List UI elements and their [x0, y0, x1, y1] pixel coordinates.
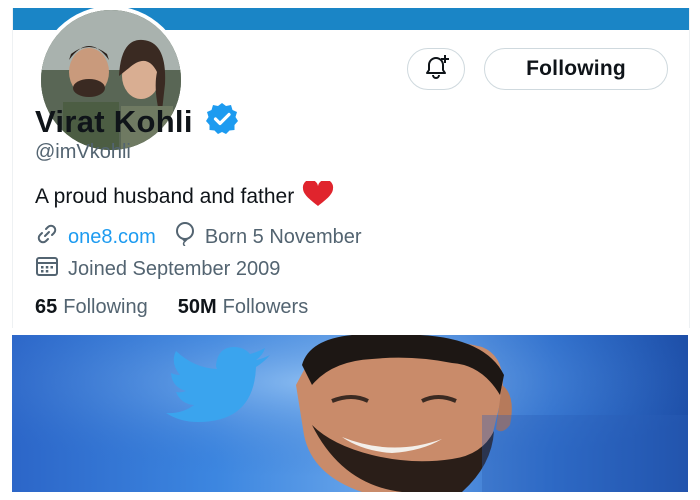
display-name: Virat Kohli — [35, 103, 193, 139]
followers-count: 50M — [177, 296, 217, 318]
link-icon — [35, 222, 59, 252]
following-count: 65 — [35, 296, 58, 318]
profile-joined-row: Joined September 2009 — [35, 255, 298, 283]
balloon-icon — [174, 222, 196, 252]
verified-badge-icon — [205, 102, 239, 141]
profile-bio: A proud husband and father — [35, 179, 334, 213]
website-link[interactable]: one8.com — [68, 226, 156, 249]
red-heart-icon — [302, 179, 334, 213]
following-count-link[interactable]: 65 Following — [35, 296, 148, 319]
follow-counts: 65 Following 50M Followers — [35, 296, 308, 319]
following-label: Following — [63, 296, 148, 318]
bio-text: A proud husband and father — [35, 185, 295, 208]
joined-item: Joined September 2009 — [35, 255, 280, 283]
joined-text: Joined September 2009 — [68, 257, 281, 280]
profile-card: Following Virat Kohli @imVkohli A proud … — [12, 6, 690, 328]
notifications-button[interactable] — [407, 48, 465, 90]
birthday-item: Born 5 November — [174, 222, 362, 252]
profile-meta-row: one8.com Born 5 November — [35, 222, 380, 252]
promo-photo — [12, 335, 688, 492]
bell-plus-icon — [421, 53, 451, 86]
following-button[interactable]: Following — [484, 48, 668, 90]
profile-handle: @imVkohli — [35, 141, 131, 163]
website-item[interactable]: one8.com — [35, 222, 156, 252]
followers-count-link[interactable]: 50M Followers — [178, 296, 308, 319]
profile-name-row: Virat Kohli — [35, 102, 239, 141]
calendar-icon — [35, 255, 59, 283]
followers-label: Followers — [222, 296, 309, 318]
birthday-text: Born 5 November — [204, 225, 362, 248]
twitter-bird-icon — [162, 347, 272, 432]
